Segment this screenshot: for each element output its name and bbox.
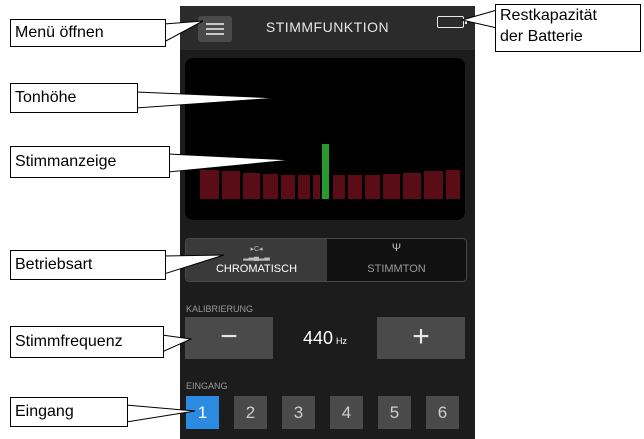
callout-text: der Batterie: [500, 28, 583, 45]
callout-text: Betriebsart: [15, 256, 93, 273]
pointer-mode: [163, 254, 225, 275]
callout-text: Tonhöhe: [15, 89, 77, 106]
pointer-input: [125, 404, 196, 423]
callout-text: Menü öffnen: [15, 24, 104, 41]
callout-battery: Restkapazität der Batterie: [495, 4, 641, 52]
callout-menu: Menü öffnen: [10, 19, 166, 47]
pointer-menu: [163, 20, 204, 43]
callout-text: Eingang: [15, 403, 74, 420]
callout-text: Stimmfrequenz: [15, 333, 123, 350]
callout-tuning-indicator: Stimmanzeige: [10, 146, 170, 178]
callout-text: Stimmanzeige: [15, 153, 117, 170]
pointer-battery: [461, 9, 498, 29]
pointer-tuning: [167, 153, 293, 173]
callout-mode: Betriebsart: [10, 250, 166, 280]
callout-pointers: [125, 9, 498, 423]
pointer-frequency: [161, 334, 193, 353]
callout-pitch: Tonhöhe: [10, 83, 138, 113]
callout-text: Restkapazität: [500, 7, 597, 24]
pointer-pitch: [135, 91, 279, 109]
callout-input: Eingang: [10, 397, 128, 427]
callout-frequency: Stimmfrequenz: [10, 326, 164, 358]
